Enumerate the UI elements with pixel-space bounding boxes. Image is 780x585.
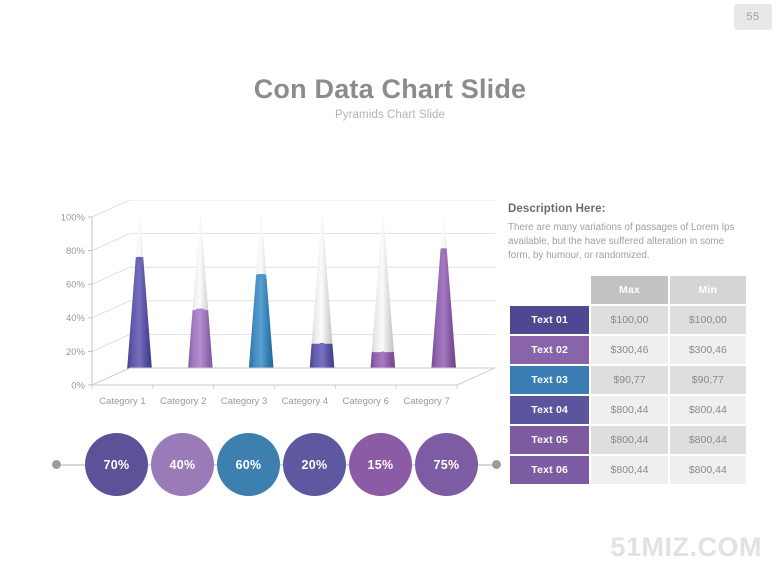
- percentage-circle-label: 75%: [433, 457, 460, 472]
- percentage-circle-label: 15%: [367, 457, 394, 472]
- cone-3: [248, 209, 275, 382]
- percentage-circle-3[interactable]: 60%: [217, 433, 280, 496]
- table-cell-max: $800,44: [591, 456, 668, 484]
- svg-text:Category 7: Category 7: [403, 396, 449, 407]
- table-cell-min: $300,46: [669, 336, 746, 364]
- svg-text:Category 2: Category 2: [160, 396, 206, 407]
- svg-text:Category 1: Category 1: [99, 396, 145, 407]
- percentage-circle-label: 60%: [235, 457, 262, 472]
- table-header-max: Max: [591, 276, 668, 304]
- connector-dot-right: [492, 460, 501, 469]
- table-cell-min: $800,44: [669, 396, 746, 424]
- table-cell-max: $90,77: [591, 366, 668, 394]
- cone-1: [126, 209, 153, 382]
- table-row: Text 06 $800,44 $800,44: [510, 456, 746, 484]
- table-row: Text 01 $100,00 $100,00: [510, 306, 746, 334]
- svg-text:60%: 60%: [66, 280, 86, 291]
- description-body: There are many variations of passages of…: [508, 222, 735, 261]
- page-number-badge: 55: [734, 4, 772, 30]
- watermark: 51MIZ.COM: [610, 532, 762, 562]
- svg-text:80%: 80%: [66, 246, 86, 257]
- data-table: Max Min Text 01 $100,00 $100,00 Text 02 $300…: [508, 274, 748, 486]
- cone-4: [309, 209, 336, 382]
- percentage-circle-4[interactable]: 20%: [283, 433, 346, 496]
- percentage-circles-row: 70% 40% 60% 20% 15% 75%: [40, 425, 510, 505]
- cone-chart-svg: 100%80%60%40%20%0% Category 1 Category 2C…: [61, 200, 496, 407]
- table-header-min: Min: [669, 276, 746, 304]
- table-header-empty: [510, 276, 589, 304]
- svg-text:100%: 100%: [61, 212, 86, 223]
- table-cell-max: $100,00: [591, 306, 668, 334]
- percentage-circle-2[interactable]: 40%: [151, 433, 214, 496]
- table-row-label: Text 04: [510, 396, 590, 424]
- connector-dot-left: [52, 460, 61, 469]
- svg-text:40%: 40%: [66, 313, 86, 324]
- percentage-circle-label: 20%: [301, 457, 328, 472]
- table-cell-max: $800,44: [591, 426, 668, 454]
- table-row-label: Text 03: [510, 366, 590, 394]
- cone-6: [430, 209, 457, 382]
- table-cell-max: $800,44: [591, 396, 668, 424]
- table-cell-min: $100,00: [669, 306, 746, 334]
- cone-2: [187, 209, 214, 382]
- percentage-circle-label: 70%: [103, 457, 130, 472]
- svg-text:Category 4: Category 4: [282, 396, 328, 407]
- chart-x-axis: Category 1 Category 2 Category 3 Category 4…: [91, 367, 496, 407]
- table-cell-min: $800,44: [669, 456, 746, 484]
- chart-cones: [126, 209, 457, 382]
- table-row: Text 03 $90,77 $90,77: [510, 366, 746, 394]
- table-header-row: Max Min: [510, 276, 746, 304]
- description-heading: Description Here:: [508, 203, 606, 215]
- page-subtitle: Pyramids Chart Slide: [334, 109, 445, 121]
- svg-text:0%: 0%: [71, 380, 85, 391]
- svg-text:Category 6: Category 6: [343, 396, 389, 407]
- cone-5: [369, 209, 396, 382]
- table-row-label: Text 02: [510, 336, 590, 364]
- table-row: Text 02 $300,46 $300,46: [510, 336, 746, 364]
- table-cell-max: $300,46: [591, 336, 668, 364]
- table-row-label: Text 01: [510, 306, 590, 334]
- percentage-circle-label: 40%: [169, 457, 196, 472]
- cone-chart: 100% 80% 60% 40% 20% 0% Category 1 Category 2C…: [40, 200, 500, 415]
- percentage-circle-1[interactable]: 70%: [85, 433, 148, 496]
- table-cell-min: $800,44: [669, 426, 746, 454]
- chart-y-axis: 100% 80% 60% 40% 20% 0%: [61, 212, 93, 391]
- table-row: Text 04 $800,44 $800,44: [510, 396, 746, 424]
- table-row-label: Text 05: [510, 426, 590, 454]
- page-title: Con Data Chart Slide: [253, 74, 527, 104]
- percentage-circle-6[interactable]: 75%: [415, 433, 478, 496]
- svg-text:Category 3: Category 3: [221, 396, 267, 407]
- svg-text:20%: 20%: [66, 347, 86, 358]
- table-row: Text 05 $800,44 $800,44: [510, 426, 746, 454]
- table-cell-min: $90,77: [669, 366, 746, 394]
- percentage-circle-5[interactable]: 15%: [349, 433, 412, 496]
- table-row-label: Text 06: [510, 456, 590, 484]
